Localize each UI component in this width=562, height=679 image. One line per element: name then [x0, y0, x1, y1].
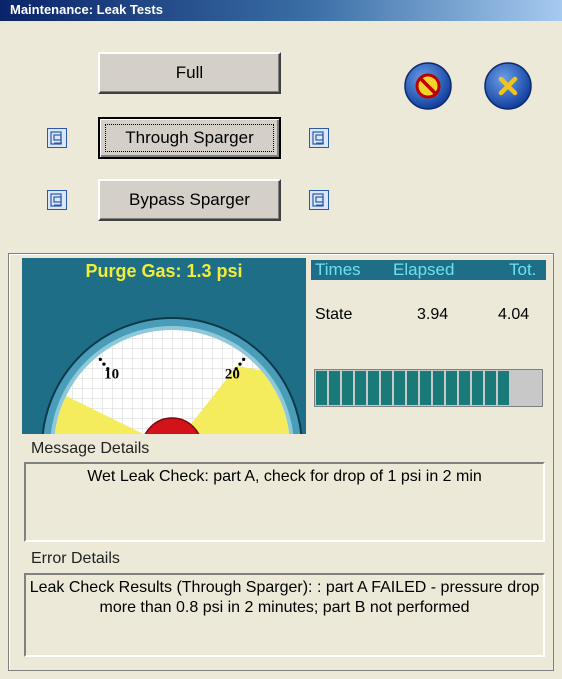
- stop-icon: [404, 62, 452, 110]
- gauge-tick-mark: [106, 367, 110, 371]
- progress-bar-fill: [316, 371, 516, 405]
- progress-segment: [316, 371, 327, 405]
- gauge-tick-mark: [234, 367, 238, 371]
- total-value: 4.04: [498, 306, 530, 323]
- progress-segment: [433, 371, 444, 405]
- progress-segment: [420, 371, 431, 405]
- close-icon: [484, 62, 532, 110]
- message-details-text: Wet Leak Check: part A, check for drop o…: [87, 468, 482, 485]
- progress-segment: [459, 371, 470, 405]
- purge-gas-gauge: Purge Gas: 1.3 psi 0102030: [22, 258, 306, 434]
- bypass-sparger-button[interactable]: Bypass Sparger: [98, 179, 281, 221]
- message-details-box: Wet Leak Check: part A, check for drop o…: [24, 462, 545, 542]
- through-sparger-left-tool-icon[interactable]: [47, 128, 67, 148]
- elapsed-header-label: Elapsed: [393, 260, 455, 279]
- bypass-sparger-right-tool-icon[interactable]: [309, 190, 329, 210]
- window-title: Maintenance: Leak Tests: [10, 2, 163, 17]
- progress-segment: [381, 371, 392, 405]
- progress-segment: [472, 371, 483, 405]
- progress-segment: [329, 371, 340, 405]
- full-button-label: Full: [175, 63, 204, 82]
- elapsed-value: 3.94: [417, 306, 449, 323]
- gauge-dial: 0102030: [41, 317, 303, 434]
- gauge-tick-mark: [242, 357, 246, 361]
- progress-segment: [368, 371, 379, 405]
- error-details-box: Leak Check Results (Through Sparger): : …: [24, 573, 545, 657]
- gauge-tick-mark: [98, 357, 102, 361]
- full-button[interactable]: Full: [98, 52, 281, 94]
- error-details-label: Error Details: [31, 550, 120, 567]
- through-sparger-label: Through Sparger: [100, 119, 279, 157]
- progress-segment: [394, 371, 405, 405]
- through-sparger-button[interactable]: Through Sparger: [98, 117, 281, 159]
- bypass-sparger-label: Bypass Sparger: [129, 190, 250, 209]
- state-label: State: [315, 306, 353, 323]
- progress-segment: [485, 371, 496, 405]
- progress-segment: [407, 371, 418, 405]
- progress-segment: [342, 371, 353, 405]
- error-details-text: Leak Check Results (Through Sparger): : …: [29, 579, 540, 616]
- times-header: Times Elapsed Tot.: [311, 260, 546, 280]
- close-button[interactable]: [483, 61, 533, 111]
- progress-segment: [355, 371, 366, 405]
- progress-segment: [498, 371, 509, 405]
- title-bar: Maintenance: Leak Tests: [0, 0, 562, 21]
- stop-button[interactable]: [403, 61, 453, 111]
- progress-segment: [446, 371, 457, 405]
- gauge-tick-mark: [102, 362, 106, 366]
- progress-bar: [314, 369, 543, 407]
- times-header-label: Times: [315, 260, 361, 279]
- message-details-label: Message Details: [31, 440, 150, 457]
- leak-tests-window: Maintenance: Leak Tests Full Through Spa…: [0, 0, 562, 679]
- gauge-tick-mark: [238, 362, 242, 366]
- total-header-label: Tot.: [509, 260, 537, 279]
- through-sparger-right-tool-icon[interactable]: [309, 128, 329, 148]
- bypass-sparger-left-tool-icon[interactable]: [47, 190, 67, 210]
